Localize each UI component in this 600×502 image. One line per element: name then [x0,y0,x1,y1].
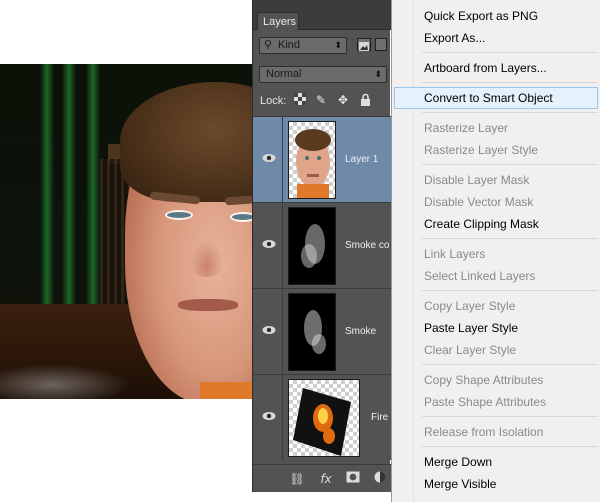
eye-icon [262,412,276,420]
layers-panel: Layers ⚲ Kind ⬍ Normal ⬍ Lock: ✎ ✥ Layer… [252,0,391,492]
layer-row-fire[interactable]: Fire [253,374,391,461]
visibility-toggle[interactable] [253,289,283,375]
menu-separator [422,290,598,291]
layer-name[interactable]: Fire [371,412,388,423]
smoke-wisp [0,364,130,399]
link-layers-icon[interactable]: ⛓ [289,471,305,487]
menu-item-copy-shape-attributes[interactable]: Copy Shape Attributes [394,369,598,391]
visibility-toggle[interactable] [253,117,283,203]
boy-hair [120,82,256,202]
menu-item-select-linked-layers[interactable]: Select Linked Layers [394,265,598,287]
layer-thumbnail [288,379,360,457]
menu-item-export-as[interactable]: Export As... [394,27,598,49]
eye-icon [262,240,276,248]
left-eye [165,210,193,220]
layer-thumbnail [288,207,336,285]
lock-label: Lock: [260,95,287,107]
add-mask-icon[interactable] [345,471,361,487]
lock-image-pixels-icon[interactable]: ✎ [314,93,328,107]
mouth [178,299,238,311]
menu-item-link-layers[interactable]: Link Layers [394,243,598,265]
menu-item-paste-layer-style[interactable]: Paste Layer Style [394,317,598,339]
adjustment-filter-icon[interactable] [375,38,387,51]
tab-layers[interactable]: Layers [257,12,299,30]
menu-separator [422,364,598,365]
layer-style-fx-icon[interactable]: fx [318,471,334,487]
menu-item-convert-to-smart-object[interactable]: Convert to Smart Object [394,87,598,109]
visibility-toggle[interactable] [253,375,283,461]
lock-transparent-pixels-icon[interactable] [293,93,307,107]
shirt-collar [200,382,256,399]
menu-item-merge-visible[interactable]: Merge Visible [394,473,598,495]
curtain-stripe [86,64,100,314]
menu-item-merge-down[interactable]: Merge Down [394,451,598,473]
eye-icon [262,326,276,334]
menu-separator [422,446,598,447]
visibility-toggle[interactable] [253,203,283,289]
menu-separator [422,112,598,113]
menu-item-disable-vector-mask[interactable]: Disable Vector Mask [394,191,598,213]
layer-context-menu: Quick Export as PNG Export As... Artboard … [391,0,600,502]
chevron-updown-icon: ⬍ [374,69,382,79]
filter-kind-value: Kind [278,39,301,51]
menu-item-quick-export-as-png[interactable]: Quick Export as PNG [394,5,598,27]
menu-item-release-from-isolation[interactable]: Release from Isolation [394,421,598,443]
layers-panel-footer: ⛓ fx [253,464,391,492]
menu-separator [422,238,598,239]
menu-item-rasterize-layer[interactable]: Rasterize Layer [394,117,598,139]
photo-composite [0,64,256,399]
layer-name[interactable]: Smoke co [345,240,389,251]
curtain-stripe [62,64,76,314]
blend-mode-select[interactable]: Normal ⬍ [259,66,387,83]
panel-tab-bar: Layers [253,0,391,30]
lock-position-icon[interactable]: ✥ [336,93,350,107]
menu-separator [422,416,598,417]
menu-item-clear-layer-style[interactable]: Clear Layer Style [394,339,598,361]
blend-mode-value: Normal [266,68,302,80]
search-icon: ⚲ [264,39,273,51]
curtain-stripe [40,64,54,314]
chevron-updown-icon: ⬍ [334,40,342,50]
lock-all-icon[interactable] [358,93,372,107]
menu-separator [422,52,598,53]
menu-item-rasterize-layer-style[interactable]: Rasterize Layer Style [394,139,598,161]
menu-item-create-clipping-mask[interactable]: Create Clipping Mask [394,213,598,235]
eye-icon [262,154,276,162]
layer-name[interactable]: Layer 1 [345,154,378,165]
nose [190,239,224,277]
filter-kind-select[interactable]: ⚲ Kind ⬍ [259,37,347,54]
menu-item-artboard-from-layers[interactable]: Artboard from Layers... [394,57,598,79]
menu-separator [422,164,598,165]
menu-item-paste-shape-attributes[interactable]: Paste Shape Attributes [394,391,598,413]
layer-name[interactable]: Smoke [345,326,376,337]
layer-row-layer-1[interactable]: Layer 1 [253,116,391,203]
image-filter-icon[interactable] [357,38,371,51]
menu-item-disable-layer-mask[interactable]: Disable Layer Mask [394,169,598,191]
layer-thumbnail [288,293,336,371]
layer-thumbnail [288,121,336,199]
adjustment-layer-icon[interactable] [372,471,388,487]
menu-item-copy-layer-style[interactable]: Copy Layer Style [394,295,598,317]
menu-separator [422,82,598,83]
layer-row-smoke[interactable]: Smoke [253,288,391,375]
layer-row-smoke-copy[interactable]: Smoke co [253,202,391,289]
